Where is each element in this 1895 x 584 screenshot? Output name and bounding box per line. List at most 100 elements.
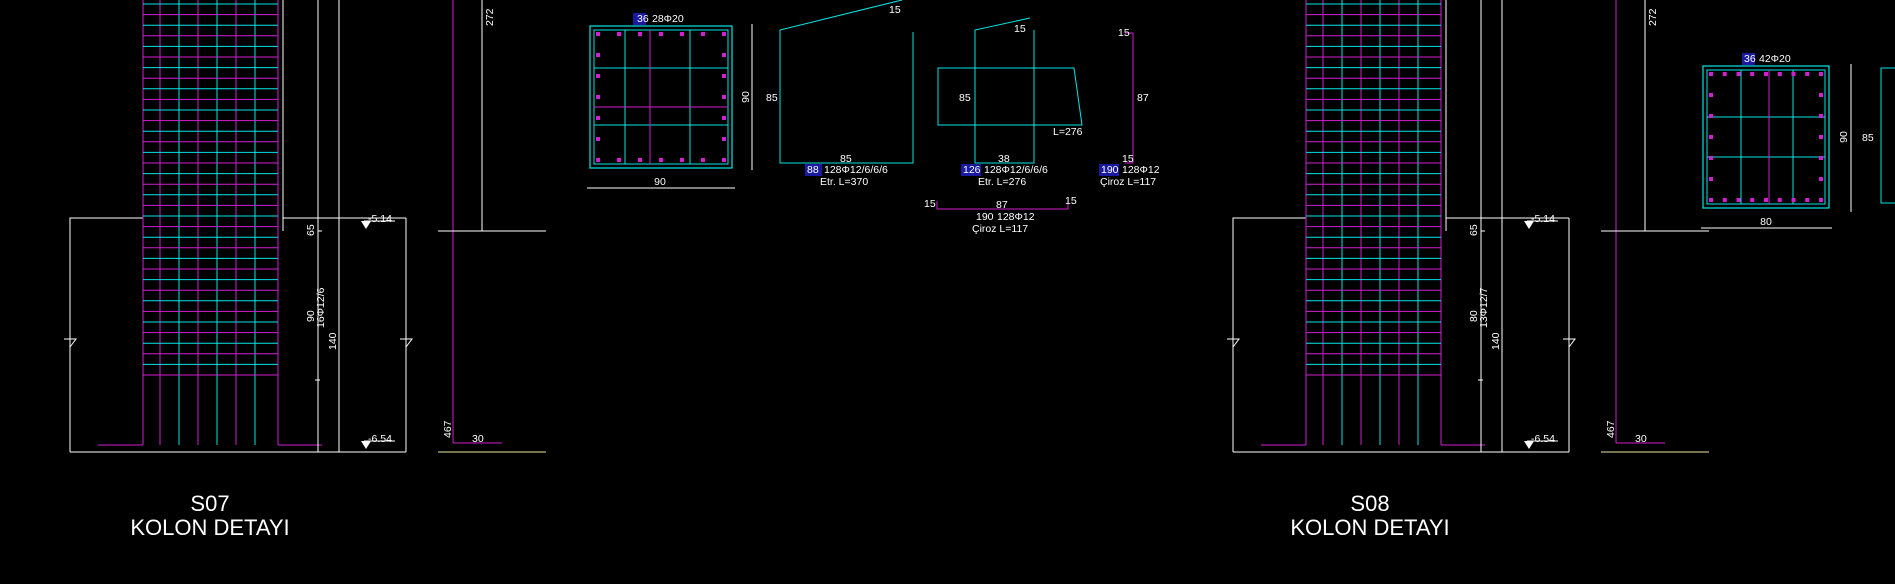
rebar-dot bbox=[1777, 198, 1782, 202]
rebar-dot bbox=[1819, 114, 1823, 118]
stirrup-shape-2: 15 85 38 L=276 126 128Φ12/6/6/6 Etr. L=2… bbox=[937, 17, 1083, 188]
tie2-length: Çiroz L=117 bbox=[972, 223, 1028, 235]
rebar-dot bbox=[659, 32, 663, 36]
rebar-dot bbox=[722, 158, 726, 162]
rebar-dot bbox=[1736, 72, 1741, 76]
stirrup2-num: 126 bbox=[963, 164, 981, 176]
rebar-dot bbox=[596, 95, 600, 99]
rebar-dot bbox=[617, 32, 621, 36]
section2-height: 90 bbox=[1838, 131, 1850, 143]
footing-outline bbox=[1232, 217, 1307, 452]
rebar-dot bbox=[1750, 72, 1755, 76]
tie-shape-1: 15 87 15 190 128Φ12 Çiroz L=117 bbox=[1099, 27, 1160, 188]
dimension-30: 30 bbox=[1635, 433, 1647, 445]
rebar-dot bbox=[596, 137, 600, 141]
stirrup1-spec: 128Φ12/6/6/6 bbox=[824, 164, 888, 176]
section1-width: 90 bbox=[654, 176, 666, 188]
level-bottom: -6.54 bbox=[368, 433, 392, 445]
stirrup2-spec: 128Φ12/6/6/6 bbox=[984, 164, 1048, 176]
rebar-dot bbox=[1709, 198, 1713, 202]
rebar-dot bbox=[596, 32, 600, 36]
stirrup2-label: L=276 bbox=[1053, 126, 1083, 138]
tie1-side: 87 bbox=[1137, 92, 1149, 104]
rebar-dot bbox=[596, 74, 600, 78]
tie1-length: Çiroz L=117 bbox=[1100, 176, 1156, 188]
s07-title: KOLON DETAYI bbox=[130, 515, 289, 540]
rebar-dot bbox=[1777, 72, 1782, 76]
dimension-140: 140 bbox=[1490, 332, 1502, 350]
dimension-467: 467 bbox=[442, 420, 454, 438]
tie1-num: 190 bbox=[1101, 164, 1119, 176]
rebar-dot bbox=[680, 158, 684, 162]
s07-code: S07 bbox=[190, 491, 229, 516]
rebar-dot bbox=[1722, 72, 1727, 76]
rebar-dot bbox=[638, 158, 642, 162]
cad-drawing: 659016Φ12/6140-5.14-6.5427246730 658013Φ… bbox=[64, 0, 1895, 540]
footing-outline bbox=[69, 217, 144, 452]
tie2-spec: 128Φ12 bbox=[997, 211, 1035, 223]
tie2-right: 15 bbox=[1065, 195, 1077, 207]
stirrup1-num: 88 bbox=[807, 164, 819, 176]
rebar-dot bbox=[1819, 93, 1823, 97]
rebar-dot bbox=[638, 32, 642, 36]
rebar-dot bbox=[1819, 72, 1823, 76]
rebar-dot bbox=[1750, 198, 1755, 202]
stirrup-count: 13Φ12/7 bbox=[1478, 287, 1490, 328]
stirrup-count: 16Φ12/6 bbox=[315, 287, 327, 328]
section2-inner: 85 bbox=[1862, 132, 1874, 144]
rebar-dot bbox=[1805, 198, 1810, 202]
tie-shape-2: 15 87 15 190 128Φ12 Çiroz L=117 bbox=[924, 195, 1077, 235]
rebar-dot bbox=[596, 158, 600, 162]
level-top: -5.14 bbox=[1531, 213, 1555, 225]
stirrup1-top: 15 bbox=[889, 4, 901, 16]
s08-title: KOLON DETAYI bbox=[1290, 515, 1449, 540]
rebar-dot bbox=[722, 137, 726, 141]
tie1-top: 15 bbox=[1118, 27, 1130, 39]
rebar-dot bbox=[659, 158, 663, 162]
dimension-467: 467 bbox=[1605, 420, 1617, 438]
dimension-140: 140 bbox=[327, 332, 339, 350]
rebar-dot bbox=[1819, 177, 1823, 181]
rebar-dot bbox=[722, 32, 726, 36]
rebar-dot bbox=[701, 32, 705, 36]
stirrup2-side: 85 bbox=[959, 92, 971, 104]
stirrup1-length: Etr. L=370 bbox=[820, 176, 868, 188]
column-section-2: 36 42Φ20 80 90 85 bbox=[1701, 53, 1895, 229]
rebar-dot bbox=[1709, 72, 1713, 76]
column-elevation-s07: 659016Φ12/6140-5.14-6.5427246730 bbox=[64, 0, 546, 453]
rebar-dot bbox=[1819, 156, 1823, 160]
rebar-dot bbox=[680, 32, 684, 36]
stirrup-shape-1: 15 85 85 88 128Φ12/6/6/6 Etr. L=370 bbox=[766, 0, 914, 188]
rebar-dot bbox=[1709, 114, 1713, 118]
rebar-dot bbox=[596, 116, 600, 120]
stirrup1-side: 85 bbox=[766, 92, 778, 104]
level-bottom: -6.54 bbox=[1531, 433, 1555, 445]
rebar-dot bbox=[1791, 72, 1796, 76]
rebar-dot bbox=[722, 116, 726, 120]
rebar-dot bbox=[1736, 198, 1741, 202]
section2-bars-text: 42Φ20 bbox=[1759, 53, 1791, 65]
dimension-65: 65 bbox=[305, 224, 317, 236]
tie2-num: 190 bbox=[976, 211, 994, 223]
rebar-dot bbox=[722, 53, 726, 57]
rebar-dot bbox=[1709, 177, 1713, 181]
section1-bars-num: 36 bbox=[637, 13, 649, 25]
section2-bars-num: 36 bbox=[1744, 53, 1756, 65]
rebar-dot bbox=[1791, 198, 1796, 202]
dimension-272: 272 bbox=[1647, 8, 1659, 26]
rebar-dot bbox=[1764, 198, 1768, 202]
rebar-dot bbox=[1819, 135, 1823, 139]
rebar-dot bbox=[1709, 135, 1713, 139]
rebar-dot bbox=[722, 95, 726, 99]
dimension-30: 30 bbox=[472, 433, 484, 445]
section1-bars-text: 28Φ20 bbox=[652, 13, 684, 25]
tie2-mid: 87 bbox=[996, 199, 1008, 211]
stirrup2-top: 15 bbox=[1014, 23, 1026, 35]
column-section-1: 36 28Φ20 90 90 bbox=[587, 13, 753, 189]
level-top: -5.14 bbox=[368, 213, 392, 225]
rebar-dot bbox=[1764, 72, 1768, 76]
dimension-272: 272 bbox=[484, 8, 496, 26]
rebar-dot bbox=[617, 158, 621, 162]
section1-height: 90 bbox=[740, 91, 752, 103]
rebar-dot bbox=[701, 158, 705, 162]
